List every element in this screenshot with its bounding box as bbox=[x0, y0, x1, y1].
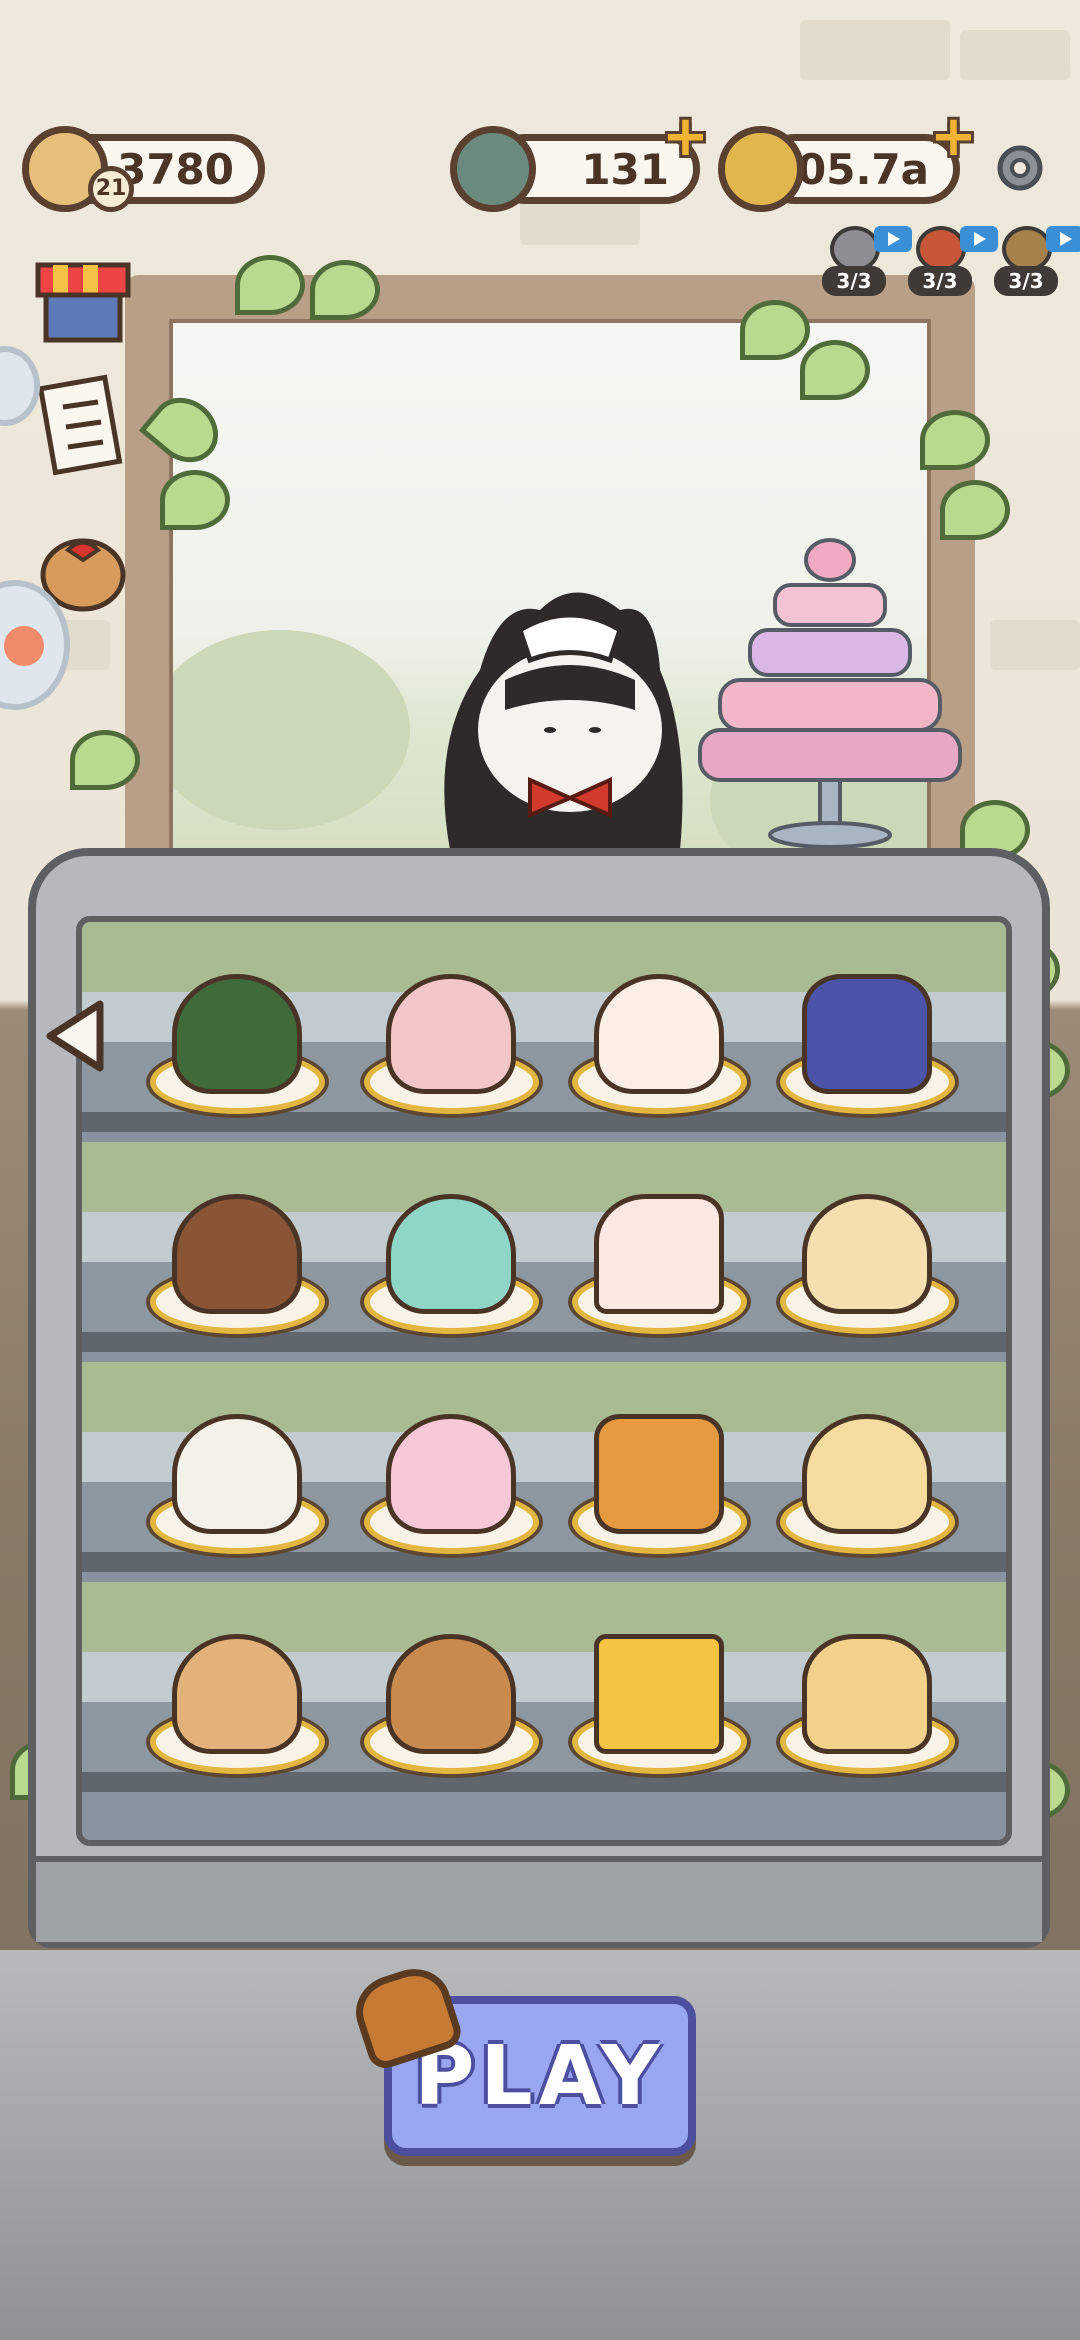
vine-leaf bbox=[740, 300, 810, 360]
egg-tart bbox=[802, 1634, 932, 1754]
fruit-tart-slot[interactable] bbox=[572, 1384, 747, 1554]
cream-scone bbox=[386, 1634, 516, 1754]
booster-count: 3/3 bbox=[994, 266, 1058, 296]
cat-mochi-slot[interactable] bbox=[572, 944, 747, 1114]
fire-booster[interactable]: 3/3 bbox=[908, 226, 998, 296]
melon-bread-slot[interactable] bbox=[150, 944, 325, 1114]
video-ad-icon bbox=[960, 226, 998, 252]
bear-bread bbox=[172, 1634, 302, 1754]
cat-cupcake-slot[interactable] bbox=[364, 1384, 539, 1554]
add-gems-icon[interactable]: + bbox=[662, 104, 709, 169]
vine-leaf bbox=[800, 340, 870, 400]
pudding bbox=[802, 1414, 932, 1534]
vine-leaf bbox=[940, 480, 1010, 540]
blueberry-mousse bbox=[802, 974, 932, 1094]
level-badge: 21 bbox=[88, 166, 134, 212]
spoon-booster[interactable]: 3/3 bbox=[994, 226, 1080, 296]
strawberry-shortcake bbox=[594, 1194, 724, 1314]
settings-gear-icon[interactable] bbox=[992, 140, 1048, 196]
game-screen: 3780 21 131 + 105.7a + 3/3 3/3 3/3 PLAY bbox=[0, 0, 1080, 2340]
fruit-tart bbox=[594, 1414, 724, 1534]
wall-brick bbox=[960, 30, 1070, 80]
wall-brick bbox=[800, 20, 950, 80]
cheese-slot[interactable] bbox=[572, 1604, 747, 1774]
cream-puff bbox=[802, 1194, 932, 1314]
vine-leaf bbox=[235, 255, 305, 315]
booster-count: 3/3 bbox=[822, 266, 886, 296]
add-coins-icon[interactable]: + bbox=[930, 104, 977, 169]
vine-leaf bbox=[160, 470, 230, 530]
bear-bread-slot[interactable] bbox=[150, 1604, 325, 1774]
cat-cupcake bbox=[386, 1414, 516, 1534]
blueberry-mousse-slot[interactable] bbox=[780, 944, 955, 1114]
coin-icon bbox=[718, 126, 804, 212]
orange-muffin-slot[interactable] bbox=[150, 1164, 325, 1334]
cappuccino bbox=[172, 1414, 302, 1534]
cheese bbox=[594, 1634, 724, 1754]
previous-shelf-arrow-icon[interactable] bbox=[40, 996, 110, 1076]
video-ad-icon bbox=[1046, 226, 1080, 252]
melon-bread bbox=[172, 974, 302, 1094]
orange-muffin bbox=[172, 1194, 302, 1314]
video-ad-icon bbox=[874, 226, 912, 252]
macaron-tower bbox=[698, 538, 962, 849]
gear-booster[interactable]: 3/3 bbox=[822, 226, 912, 296]
dessert-display-case bbox=[28, 848, 1050, 1948]
cream-scone-slot[interactable] bbox=[364, 1604, 539, 1774]
case-shelves bbox=[76, 916, 1012, 1846]
berry-mousse-cake bbox=[386, 974, 516, 1094]
vine-leaf bbox=[310, 260, 380, 320]
egg-tart-slot[interactable] bbox=[780, 1604, 955, 1774]
cappuccino-slot[interactable] bbox=[150, 1384, 325, 1554]
shop-stall-icon[interactable] bbox=[28, 250, 138, 360]
pudding-slot[interactable] bbox=[780, 1384, 955, 1554]
mint-cupcake bbox=[386, 1194, 516, 1314]
gem-icon bbox=[450, 126, 536, 212]
cat-mochi bbox=[594, 974, 724, 1094]
cat-face-icon bbox=[4, 626, 44, 666]
bush bbox=[150, 630, 410, 830]
cream-puff-slot[interactable] bbox=[780, 1164, 955, 1334]
strawberry-shortcake-slot[interactable] bbox=[572, 1164, 747, 1334]
wall-brick bbox=[990, 620, 1080, 670]
booster-count: 3/3 bbox=[908, 266, 972, 296]
task-list-icon[interactable] bbox=[28, 372, 138, 482]
vine-leaf bbox=[920, 410, 990, 470]
vine-leaf bbox=[70, 730, 140, 790]
case-base bbox=[36, 1856, 1042, 1942]
mint-cupcake-slot[interactable] bbox=[364, 1164, 539, 1334]
berry-mousse-cake-slot[interactable] bbox=[364, 944, 539, 1114]
